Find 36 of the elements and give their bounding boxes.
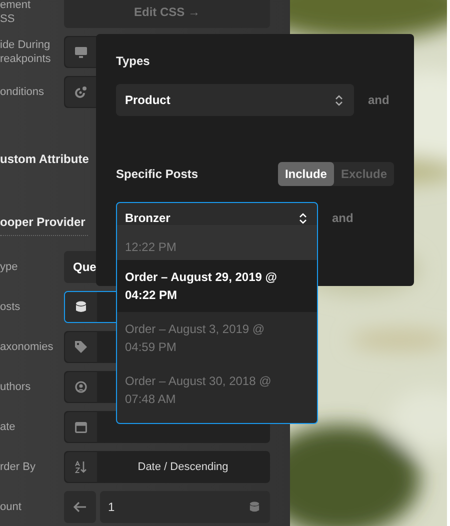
field-label: ate [0, 420, 16, 434]
and-label: and [368, 93, 390, 107]
edit-css-button[interactable]: Edit CSS → [64, 0, 270, 28]
toggle-option[interactable]: Include [278, 162, 334, 186]
field-label: ide During reakpoints [0, 38, 52, 66]
arrow-left-icon [73, 501, 87, 513]
dropdown-option[interactable]: Order – August 29, 2019 @ 04:22 PM [117, 260, 317, 312]
count-input[interactable]: 1 [100, 491, 270, 523]
field-label: ement SS [0, 0, 32, 26]
back-button[interactable] [64, 491, 96, 523]
section-heading: ooper Provider [0, 215, 88, 236]
calendar-icon [75, 421, 87, 433]
specific-posts-label: Specific Posts [116, 167, 198, 181]
types-select[interactable]: Product [116, 84, 354, 116]
chevron-updown-icon [299, 212, 307, 224]
order-by-field[interactable]: Date / Descending [64, 451, 270, 483]
and-label: and [332, 211, 354, 225]
conditions-icon [75, 86, 87, 98]
user-icon [75, 381, 87, 393]
tag-icon [75, 341, 87, 353]
database-icon [75, 301, 87, 313]
monitor-icon [75, 46, 87, 58]
types-label: Types [116, 54, 151, 68]
dropdown-option[interactable]: Order – August 30, 2018 @ 07:48 AM [117, 364, 317, 416]
field-label: rder By [0, 460, 36, 474]
field-label: osts [0, 300, 22, 314]
chevron-updown-icon [335, 94, 343, 106]
database-icon [249, 501, 260, 513]
field-label: ype [0, 260, 19, 274]
section-heading: ustom Attribute [0, 152, 90, 168]
dropdown-option[interactable]: Order – August 3, 2019 @ 04:59 PM [117, 312, 317, 364]
sort-icon [75, 461, 87, 473]
field-label: uthors [0, 380, 32, 394]
field-label: ount [0, 500, 22, 514]
field-label: axonomies [0, 340, 54, 354]
field-label: onditions [0, 85, 46, 99]
